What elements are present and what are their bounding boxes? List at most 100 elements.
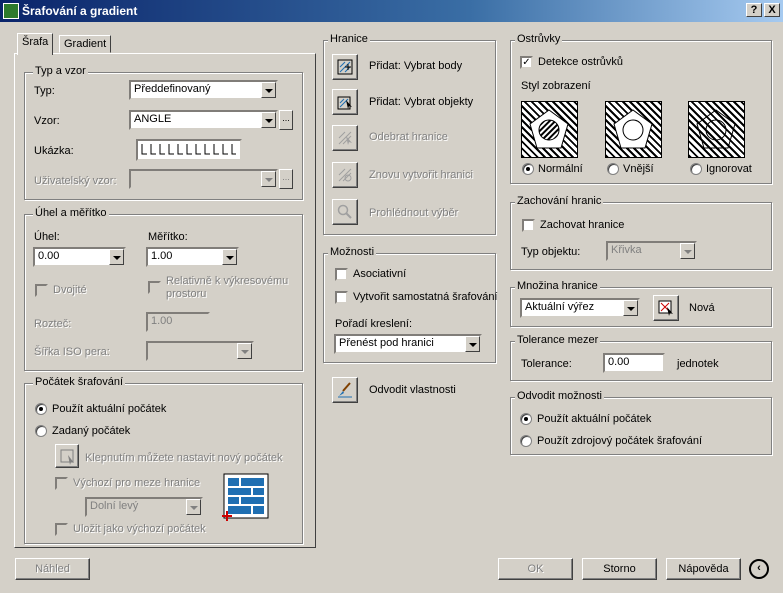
ignore-style-preview[interactable] (688, 101, 745, 158)
save-default-checkbox (55, 523, 68, 536)
inherit-current-origin-radio[interactable] (520, 413, 532, 425)
spacing-label: Rozteč: (34, 318, 72, 330)
angle-pattern-sample (141, 144, 236, 155)
set-origin-label: Klepnutím můžete nastavit nový počátek (85, 452, 283, 464)
normal-style-radio[interactable] (522, 163, 534, 175)
double-label: Dvojité (53, 284, 87, 296)
boundary-set-select[interactable]: Aktuální výřez (520, 298, 640, 318)
normal-style-label: Normální (538, 163, 583, 175)
recreate-boundary-icon (338, 168, 352, 182)
save-default-label: Uložit jako výchozí počátek (73, 523, 206, 535)
custom-pattern-label: Uživatelský vzor: (34, 175, 117, 187)
recreate-boundary-label: Znovu vytvořit hranici (369, 169, 473, 181)
help-button[interactable]: Nápověda (666, 558, 741, 580)
options-legend: Možnosti (328, 246, 377, 258)
retain-boundaries-label: Zachovat hranice (540, 219, 625, 231)
island-detection-checkbox[interactable]: ✓ (520, 56, 533, 69)
chevron-down-icon (261, 112, 276, 128)
tab-gradient[interactable]: Gradient (59, 35, 112, 53)
hatch-dialog: Šrafování a gradient ? X Šrafa Gradient … (0, 0, 783, 593)
remove-boundaries-label: Odebrat hranice (369, 131, 448, 143)
type-pattern-legend: Typ a vzor (33, 65, 88, 77)
add-pick-points-button[interactable] (332, 54, 358, 80)
chevron-down-icon (186, 499, 201, 515)
origin-legend: Počátek šrafování (33, 376, 126, 388)
draw-order-label: Pořadí kreslení: (335, 318, 413, 330)
brick-origin-icon (222, 473, 269, 521)
chevron-down-icon (680, 243, 695, 259)
retain-boundaries-checkbox[interactable] (522, 219, 535, 232)
use-current-origin-label: Použít aktuální počátek (52, 403, 167, 415)
select-objects-icon (337, 96, 352, 110)
tab-hatch[interactable]: Šrafa (17, 33, 54, 55)
set-origin-button (55, 444, 79, 468)
retain-boundaries-legend: Zachování hranic (515, 195, 604, 207)
remove-boundaries-icon (338, 131, 352, 145)
draw-order-select[interactable]: Přenést pod hranici (334, 334, 482, 354)
object-type-select: Křivka (606, 241, 697, 261)
help-title-button[interactable]: ? (746, 3, 762, 17)
collapse-arrow-icon[interactable]: ‹ (749, 559, 769, 579)
ignore-style-radio[interactable] (690, 163, 702, 175)
boundary-set-legend: Množina hranice (515, 280, 600, 292)
spacing-input: 1.00 (146, 312, 210, 332)
preview-button: Náhled (15, 558, 90, 580)
default-bounds-checkbox (55, 477, 68, 490)
inherit-options-legend: Odvodit možnosti (515, 390, 604, 402)
outer-style-radio[interactable] (607, 163, 619, 175)
add-select-objects-label: Přidat: Vybrat objekty (369, 96, 474, 108)
custom-pattern-more-button: ... (279, 169, 293, 189)
new-boundary-set-label: Nová (689, 302, 715, 314)
sample-label: Ukázka: (34, 145, 74, 157)
default-bounds-label: Výchozí pro meze hranice (73, 477, 201, 489)
specified-origin-radio[interactable] (35, 425, 47, 437)
app-icon (3, 3, 19, 19)
angle-scale-legend: Úhel a měřítko (33, 207, 109, 219)
angle-select[interactable]: 0.00 (33, 247, 126, 267)
iso-pen-label: Šířka ISO pera: (34, 346, 110, 358)
normal-style-preview[interactable] (521, 101, 578, 158)
sample-swatch[interactable] (136, 139, 242, 161)
title-bar: Šrafování a gradient ? X (0, 0, 783, 22)
tolerance-input[interactable]: 0.00 (603, 353, 665, 373)
tolerance-label: Tolerance: (521, 358, 572, 370)
separate-hatches-label: Vytvořit samostatná šrafování (353, 291, 498, 303)
relative-label: Relativně k výkresovému prostoru (166, 275, 289, 300)
inherit-source-origin-radio[interactable] (520, 435, 532, 447)
inherit-properties-button[interactable] (332, 377, 358, 403)
cancel-button[interactable]: Storno (582, 558, 657, 580)
scale-select[interactable]: 1.00 (146, 247, 239, 267)
use-current-origin-radio[interactable] (35, 403, 47, 415)
view-selection-button (332, 199, 358, 225)
angle-label: Úhel: (34, 231, 60, 243)
type-label: Typ: (34, 85, 55, 97)
custom-pattern-select (129, 169, 278, 189)
boundaries-legend: Hranice (328, 33, 370, 45)
pattern-select[interactable]: ANGLE (129, 110, 278, 130)
pattern-more-button[interactable]: ... (279, 110, 293, 130)
chevron-down-icon (465, 336, 480, 352)
tolerance-unit-label: jednotek (677, 358, 719, 370)
new-boundary-set-button[interactable] (653, 295, 679, 321)
add-select-objects-button[interactable] (332, 89, 358, 115)
pattern-label: Vzor: (34, 115, 60, 127)
close-button[interactable]: X (764, 3, 780, 17)
chevron-down-icon (222, 249, 237, 265)
brush-icon (338, 382, 352, 398)
bounds-position-select: Dolní levý (85, 497, 203, 517)
ignore-style-label: Ignorovat (706, 163, 752, 175)
chevron-down-icon (237, 343, 252, 359)
object-type-label: Typ objektu: (521, 246, 581, 258)
gap-tolerance-legend: Tolerance mezer (515, 334, 601, 346)
magnifier-icon (337, 204, 352, 219)
relative-checkbox (148, 281, 161, 294)
recreate-boundary-button (332, 162, 358, 188)
separate-hatches-checkbox[interactable] (335, 291, 348, 304)
associative-label: Asociativní (353, 268, 407, 280)
associative-checkbox[interactable] (335, 268, 348, 281)
chevron-down-icon (109, 249, 124, 265)
view-selection-label: Prohlédnout výběr (369, 207, 459, 219)
new-selection-icon (658, 300, 673, 316)
outer-style-preview[interactable] (605, 101, 662, 158)
type-select[interactable]: Předdefinovaný (129, 80, 278, 100)
